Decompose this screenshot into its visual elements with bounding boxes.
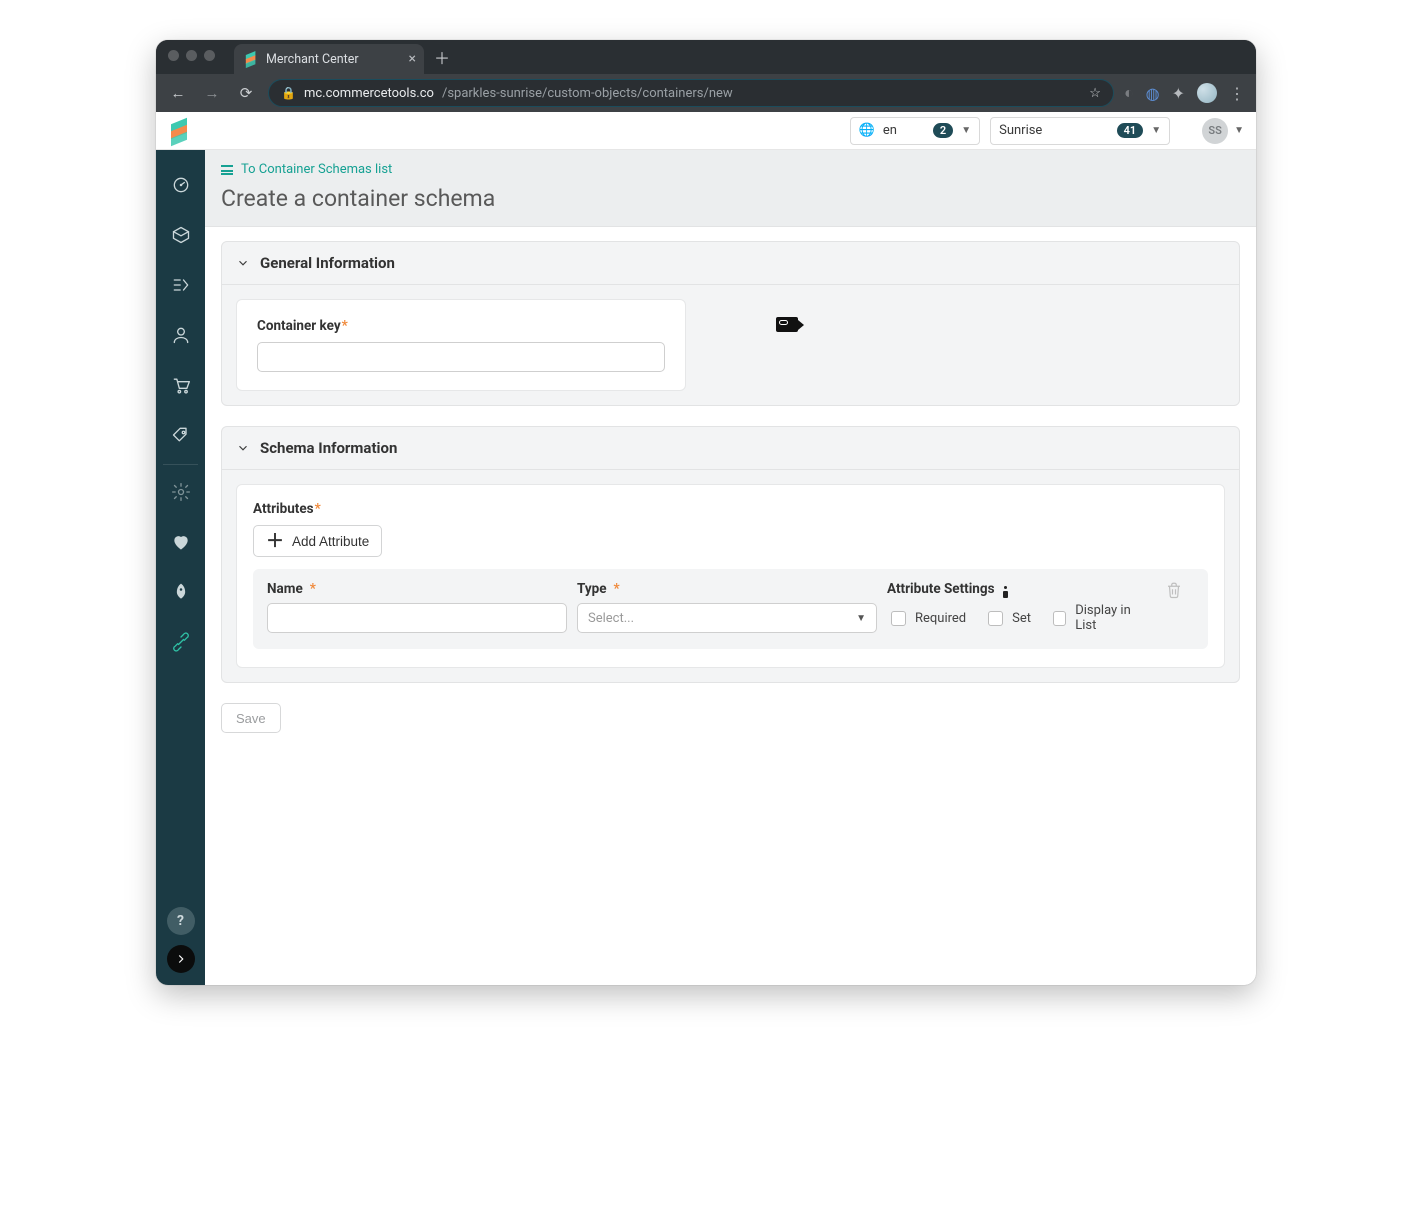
nav-orders-icon[interactable]	[156, 360, 205, 410]
extension-icon-1[interactable]: ◐	[1124, 83, 1134, 103]
window-traffic-lights	[168, 50, 215, 61]
locale-code: en	[883, 123, 897, 138]
browser-toolbar: ← → ⟳ 🔒 mc.commercetools.co /sparkles-su…	[156, 74, 1256, 112]
chevron-down-icon: ▼	[1151, 125, 1161, 136]
back-link-label: To Container Schemas list	[241, 162, 392, 177]
user-initials: SS	[1208, 124, 1221, 137]
back-to-list-link[interactable]: To Container Schemas list	[221, 162, 1240, 177]
page-content: To Container Schemas list Create a conta…	[205, 150, 1256, 985]
browser-menu-icon[interactable]: ⋮	[1229, 84, 1246, 103]
nav-customers-icon[interactable]	[156, 310, 205, 360]
project-name: Sunrise	[999, 123, 1042, 138]
attribute-type-select[interactable]: Select... ▼	[577, 603, 877, 633]
address-path: /sparkles-sunrise/custom-objects/contain…	[442, 86, 733, 101]
panel-schema-information: Schema Information Attributes* ＋ Add Att…	[221, 426, 1240, 683]
browser-tab-active[interactable]: Merchant Center ×	[234, 44, 424, 74]
attributes-card: Attributes* ＋ Add Attribute Name*	[236, 484, 1225, 668]
nav-custom-objects-icon[interactable]	[156, 617, 205, 667]
browser-extension-area: ◐ ◍ ✦ ⋮	[1124, 83, 1246, 103]
panel-general-information: General Information Container key*	[221, 241, 1240, 406]
traffic-minimize[interactable]	[186, 50, 197, 61]
panel-header-schema[interactable]: Schema Information	[222, 427, 1239, 470]
browser-tab-bar: Merchant Center × ＋	[156, 40, 1256, 74]
chevron-down-icon: ▼	[1234, 125, 1244, 136]
col-name-label: Name	[267, 581, 303, 597]
bookmark-star-icon[interactable]: ☆	[1089, 86, 1101, 101]
nav-launch-icon[interactable]	[156, 567, 205, 617]
container-key-input[interactable]	[257, 342, 665, 372]
required-label: Required	[915, 611, 966, 626]
browser-back-button[interactable]: ←	[166, 84, 190, 102]
chevron-down-icon	[236, 256, 250, 270]
nav-categories-icon[interactable]	[156, 260, 205, 310]
nav-discounts-icon[interactable]	[156, 410, 205, 460]
app-top-bar: 🌐 en 2 ▼ Sunrise 41 ▼ SS ▼	[156, 112, 1256, 150]
display-label: Display in List	[1075, 603, 1144, 633]
chevron-down-icon	[236, 441, 250, 455]
attributes-label: Attributes*	[253, 501, 1208, 517]
tab-title: Merchant Center	[266, 52, 359, 67]
page-title: Create a container schema	[221, 185, 1240, 212]
help-button[interactable]: ?	[167, 907, 195, 935]
video-indicator-icon	[776, 299, 798, 332]
expand-sidebar-button[interactable]	[167, 945, 195, 973]
address-host: mc.commercetools.co	[304, 86, 434, 101]
list-icon	[221, 165, 233, 175]
app-logo[interactable]	[168, 120, 190, 142]
project-count-badge: 41	[1117, 123, 1144, 138]
tab-close-icon[interactable]: ×	[409, 51, 416, 67]
display-in-list-checkbox[interactable]: Display in List	[1049, 603, 1144, 633]
locale-switcher[interactable]: 🌐 en 2 ▼	[850, 117, 980, 145]
nav-favorites-icon[interactable]	[156, 517, 205, 567]
chevron-down-icon: ▼	[856, 613, 866, 624]
traffic-zoom[interactable]	[204, 50, 215, 61]
required-checkbox[interactable]: Required	[887, 608, 966, 629]
col-settings-label: Attribute Settings	[887, 581, 995, 597]
project-switcher[interactable]: Sunrise 41 ▼	[990, 117, 1170, 145]
col-type-label: Type	[577, 581, 607, 597]
tab-favicon	[244, 52, 258, 66]
add-attribute-button[interactable]: ＋ Add Attribute	[253, 525, 382, 557]
chevron-down-icon: ▼	[961, 125, 971, 136]
browser-profile-avatar[interactable]	[1197, 83, 1217, 103]
panel-header-general[interactable]: General Information	[222, 242, 1239, 285]
page-header: To Container Schemas list Create a conta…	[205, 150, 1256, 227]
nav-settings-icon[interactable]	[156, 467, 205, 517]
container-key-card: Container key*	[236, 299, 686, 391]
app-root: 🌐 en 2 ▼ Sunrise 41 ▼ SS ▼	[156, 112, 1256, 985]
side-navigation: ?	[156, 150, 205, 985]
lock-icon: 🔒	[281, 86, 296, 100]
nav-catalog-icon[interactable]	[156, 210, 205, 260]
attribute-name-input[interactable]	[267, 603, 567, 633]
user-avatar: SS	[1202, 118, 1228, 144]
attribute-row: Name* Type* Select... ▼	[253, 569, 1208, 649]
set-checkbox[interactable]: Set	[984, 608, 1031, 629]
browser-forward-button[interactable]: →	[200, 84, 224, 102]
save-button-label: Save	[236, 711, 266, 726]
save-button[interactable]: Save	[221, 703, 281, 733]
extension-icon-2[interactable]: ◍	[1146, 84, 1160, 103]
address-bar[interactable]: 🔒 mc.commercetools.co /sparkles-sunrise/…	[268, 79, 1114, 107]
new-tab-button[interactable]: ＋	[424, 45, 460, 69]
globe-icon: 🌐	[859, 123, 875, 138]
browser-reload-button[interactable]: ⟳	[234, 84, 258, 102]
panel-title: General Information	[260, 254, 395, 272]
container-key-label: Container key*	[257, 318, 665, 334]
user-menu[interactable]: SS ▼	[1202, 118, 1244, 144]
traffic-close[interactable]	[168, 50, 179, 61]
extensions-puzzle-icon[interactable]: ✦	[1172, 84, 1185, 103]
nav-dashboard-icon[interactable]	[156, 160, 205, 210]
delete-attribute-button[interactable]	[1154, 581, 1194, 599]
panel-title: Schema Information	[260, 439, 397, 457]
locale-count-badge: 2	[933, 123, 953, 138]
type-placeholder: Select...	[588, 611, 634, 626]
set-label: Set	[1012, 611, 1031, 626]
add-attribute-label: Add Attribute	[292, 534, 369, 549]
browser-window: Merchant Center × ＋ ← → ⟳ 🔒 mc.commercet…	[156, 40, 1256, 985]
